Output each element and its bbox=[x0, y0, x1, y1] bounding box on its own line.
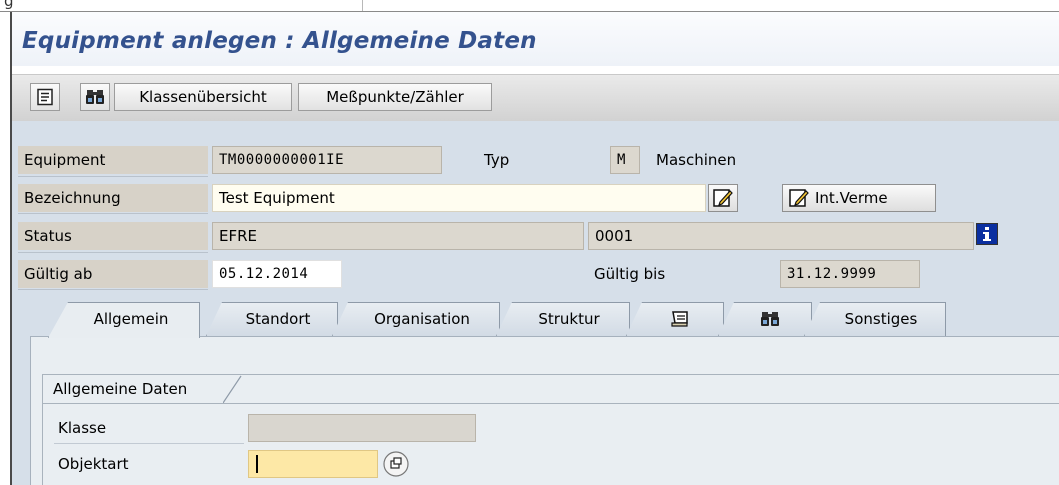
tab-allgemein[interactable]: Allgemein bbox=[48, 302, 200, 338]
status-field[interactable]: EFRE bbox=[212, 222, 584, 250]
messpunkte-zaehler-button[interactable]: Meßpunkte/Zähler bbox=[298, 83, 492, 111]
find-button[interactable] bbox=[80, 83, 110, 111]
bezeichnung-label: Bezeichnung bbox=[18, 184, 208, 212]
bezeichnung-field[interactable]: Test Equipment bbox=[212, 184, 706, 212]
objektart-field[interactable] bbox=[248, 450, 378, 478]
scroll-icon bbox=[671, 311, 688, 327]
tab-organisation[interactable]: Organisation bbox=[332, 302, 500, 336]
tab-texts[interactable] bbox=[626, 302, 724, 336]
page-title: Equipment anlegen : Allgemeine Daten bbox=[22, 28, 537, 54]
tab-sonstiges[interactable]: Sonstiges bbox=[804, 302, 946, 336]
info-icon bbox=[983, 227, 991, 241]
gueltig-bis-field[interactable]: 31.12.9999 bbox=[780, 260, 920, 288]
left-border bbox=[0, 12, 12, 485]
document-list-button[interactable] bbox=[30, 83, 60, 111]
edit-text-icon bbox=[789, 189, 809, 207]
objektart-search-help-button[interactable] bbox=[382, 450, 410, 478]
status-code-field[interactable]: 0001 bbox=[588, 222, 974, 250]
row-separator bbox=[18, 213, 208, 214]
equipment-label: Equipment bbox=[18, 146, 208, 174]
row-separator bbox=[18, 252, 208, 253]
equipment-field[interactable]: TM0000000001IE bbox=[212, 146, 442, 174]
objektart-label: Objektart bbox=[58, 455, 129, 473]
tab-edge-divider bbox=[362, 0, 363, 11]
value-help-icon bbox=[383, 451, 409, 477]
tab-struktur[interactable]: Struktur bbox=[496, 302, 630, 336]
row-separator bbox=[18, 176, 208, 177]
menu-fragment: g bbox=[4, 0, 14, 10]
row-separator bbox=[54, 443, 244, 444]
long-text-button[interactable] bbox=[708, 184, 738, 212]
gueltig-bis-label: Gültig bis bbox=[594, 265, 666, 283]
int-verme-button[interactable]: Int.Verme bbox=[782, 184, 936, 212]
binoculars-icon bbox=[86, 90, 104, 104]
int-verme-label: Int.Verme bbox=[815, 189, 888, 207]
document-list-icon bbox=[37, 88, 53, 106]
edit-text-icon bbox=[713, 189, 733, 207]
status-info-button[interactable] bbox=[976, 223, 998, 245]
typ-label: Typ bbox=[484, 151, 510, 169]
group-title-rule bbox=[43, 403, 1059, 404]
typ-field[interactable]: M bbox=[610, 146, 640, 174]
tab-standort[interactable]: Standort bbox=[206, 302, 338, 336]
group-title: Allgemeine Daten bbox=[43, 375, 223, 403]
text-cursor bbox=[256, 455, 258, 473]
klasse-field[interactable] bbox=[248, 414, 476, 442]
group-title-slant bbox=[223, 375, 242, 403]
status-label: Status bbox=[18, 222, 208, 250]
binoculars-icon bbox=[761, 312, 779, 326]
klasse-label: Klasse bbox=[58, 419, 107, 437]
klassenuebersicht-button[interactable]: Klassenübersicht bbox=[114, 83, 292, 111]
gueltig-ab-label: Gültig ab bbox=[18, 260, 208, 288]
tab-search[interactable] bbox=[718, 302, 812, 336]
row-separator bbox=[18, 289, 208, 290]
typ-description: Maschinen bbox=[656, 151, 737, 169]
gueltig-ab-field[interactable]: 05.12.2014 bbox=[212, 260, 342, 288]
window-top-strip: g bbox=[0, 0, 1059, 12]
